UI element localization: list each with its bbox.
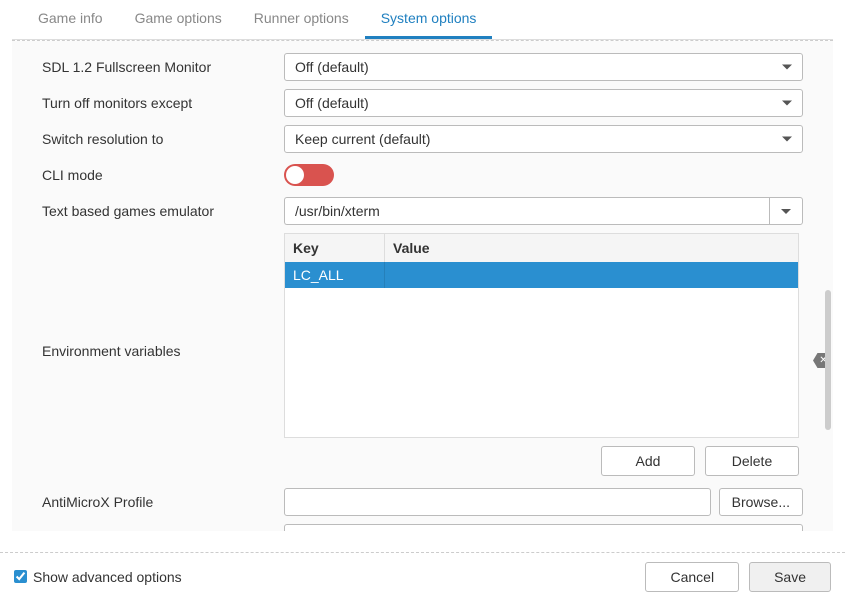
tab-bar: Game info Game options Runner options Sy… [12, 0, 833, 40]
label-env-vars: Environment variables [42, 233, 284, 359]
add-button[interactable]: Add [601, 446, 695, 476]
cmd-prefix-input[interactable] [284, 524, 803, 531]
show-advanced-label: Show advanced options [33, 569, 182, 585]
text-emu-value: /usr/bin/xterm [295, 203, 380, 219]
chevron-down-icon [781, 209, 791, 214]
env-table-body[interactable]: LC_ALL [285, 262, 798, 437]
env-vars-table: Key Value LC_ALL [284, 233, 799, 438]
turn-off-value: Off (default) [295, 95, 369, 111]
tab-game-info[interactable]: Game info [22, 0, 119, 39]
tab-system-options[interactable]: System options [365, 0, 493, 39]
delete-button[interactable]: Delete [705, 446, 799, 476]
label-switch-res: Switch resolution to [42, 131, 284, 147]
tab-runner-options[interactable]: Runner options [238, 0, 365, 39]
sdl-monitor-value: Off (default) [295, 59, 369, 75]
label-turn-off: Turn off monitors except [42, 95, 284, 111]
env-cell-key[interactable]: LC_ALL [285, 262, 385, 288]
cancel-button[interactable]: Cancel [645, 562, 739, 592]
chevron-down-icon [782, 137, 792, 142]
save-button[interactable]: Save [749, 562, 831, 592]
cli-mode-toggle[interactable] [284, 164, 334, 186]
label-cli-mode: CLI mode [42, 167, 284, 183]
chevron-down-icon [782, 65, 792, 70]
turn-off-dropdown[interactable]: Off (default) [284, 89, 803, 117]
env-cell-value[interactable] [385, 262, 798, 288]
label-cmd-prefix: Command prefix [42, 530, 284, 531]
chevron-down-icon [782, 101, 792, 106]
switch-res-value: Keep current (default) [295, 131, 430, 147]
toggle-knob [286, 166, 304, 184]
table-row[interactable]: LC_ALL [285, 262, 798, 288]
tab-game-options[interactable]: Game options [119, 0, 238, 39]
switch-res-dropdown[interactable]: Keep current (default) [284, 125, 803, 153]
scrollbar[interactable] [825, 290, 831, 430]
text-emu-input[interactable]: /usr/bin/xterm [284, 197, 769, 225]
label-sdl-monitor: SDL 1.2 Fullscreen Monitor [42, 59, 284, 75]
browse-button[interactable]: Browse... [719, 488, 803, 516]
content-panel: SDL 1.2 Fullscreen Monitor Off (default)… [12, 41, 833, 531]
text-emu-dropdown-button[interactable] [769, 197, 803, 225]
footer-bar: Show advanced options Cancel Save [0, 552, 845, 600]
label-text-emu: Text based games emulator [42, 203, 284, 219]
env-header-value[interactable]: Value [385, 234, 798, 262]
show-advanced-checkbox[interactable] [14, 570, 27, 583]
env-header-key[interactable]: Key [285, 234, 385, 262]
antimicrox-input[interactable] [284, 488, 711, 516]
label-antimicrox: AntiMicroX Profile [42, 494, 284, 510]
sdl-monitor-dropdown[interactable]: Off (default) [284, 53, 803, 81]
